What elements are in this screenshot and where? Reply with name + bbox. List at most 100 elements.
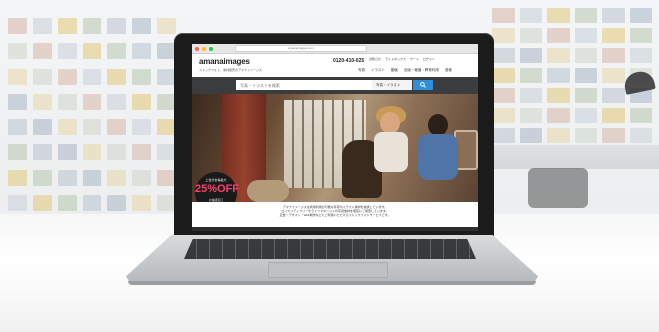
wall-photo-tile — [492, 8, 515, 23]
wall-photo-tile — [629, 8, 652, 23]
wall-photo-tile — [574, 128, 597, 143]
wall-photo-tile — [132, 144, 152, 161]
wall-photo-tile — [547, 128, 570, 143]
site-tagline: ストックフォト、素材販売のアマナイメージズ — [199, 68, 262, 72]
laptop-trackpad — [268, 262, 388, 278]
wall-photo-tile — [107, 119, 127, 135]
news-link[interactable]: お知らせ — [369, 57, 381, 61]
cart-link[interactable]: カート — [410, 57, 419, 61]
lightbox-link[interactable]: ライトボックス — [385, 57, 406, 61]
wall-photo-tile — [519, 88, 542, 103]
wall-photo-tile — [57, 18, 77, 34]
wall-photo-tile — [629, 48, 652, 63]
wall-photo-tile — [547, 88, 570, 103]
wall-photo-tile — [8, 18, 27, 34]
login-link[interactable]: ログイン — [423, 57, 435, 61]
wall-photo-tile — [32, 93, 52, 110]
search-bar: 写真・イラスト — [192, 77, 478, 94]
wall-photo-tile — [519, 8, 542, 23]
wall-photo-tile — [132, 43, 152, 60]
wall-photo-tile — [8, 68, 27, 85]
wall-photo-tile — [132, 18, 152, 34]
wall-photo-tile — [492, 88, 515, 103]
wall-photo-tile — [602, 128, 625, 143]
promo-label: 上位がお得最大 — [205, 178, 227, 182]
girl-face — [380, 112, 400, 134]
minimize-window-icon[interactable] — [202, 46, 206, 51]
wall-photo-tile — [82, 68, 102, 85]
maximize-window-icon[interactable] — [209, 46, 213, 51]
wall-photo-tile — [107, 18, 127, 34]
wall-photo-tile — [132, 93, 152, 110]
wall-photo-tile — [602, 108, 625, 123]
wall-photo-tile — [629, 28, 652, 43]
wall-photo-tile — [8, 119, 27, 135]
boy-body — [418, 134, 458, 180]
laptop-screen: amanaimages.com amanaimages ストックフォト、素材販売… — [192, 44, 478, 231]
intro-line-3: 広告・デザイン・Web制作などにご利用いただけるストックフォトサービスです。 — [279, 213, 391, 218]
wall-photo-tile — [8, 169, 27, 186]
wall-photo-tile — [132, 119, 152, 135]
wall-photo-tile — [32, 119, 52, 135]
wall-photo-tile — [57, 194, 77, 211]
wall-photo-tile — [574, 88, 597, 103]
wall-photo-tile — [629, 128, 652, 143]
wall-photo-tile — [547, 108, 570, 123]
search-category-select[interactable]: 写真・イラスト — [372, 80, 412, 90]
wall-photo-tile — [492, 108, 515, 123]
wall-photo-tile — [82, 18, 102, 34]
nav-item-editorial[interactable]: 出版・報道・教育利用 — [404, 68, 439, 73]
hero-image[interactable]: 上位がお得最大 25%OFF お電話窓口 0120-410-025 — [192, 94, 478, 202]
wall-photo-tile — [492, 28, 515, 43]
wall-photo-tile — [8, 144, 27, 161]
boy-head — [428, 114, 448, 136]
wall-photo-tile — [57, 93, 77, 110]
wall-photo-tile — [57, 43, 77, 60]
site-header: amanaimages ストックフォト、素材販売のアマナイメージズ 0120-4… — [192, 54, 478, 77]
wall-photo-tile — [82, 93, 102, 110]
wall-photo-tile — [107, 93, 127, 110]
wall-photo-tile — [547, 28, 570, 43]
close-window-icon[interactable] — [195, 46, 199, 51]
address-bar[interactable]: amanaimages.com — [235, 45, 367, 52]
promo-discount: 25%OFF — [195, 183, 240, 195]
laptop-base-edge — [128, 281, 536, 285]
nav-item-music[interactable]: 音楽 — [445, 68, 452, 73]
wall-photo-tile — [547, 8, 570, 23]
background-desk — [493, 145, 659, 169]
nav-item-illustration[interactable]: イラスト — [371, 68, 385, 73]
wall-photo-tile — [602, 8, 625, 23]
wall-photo-tile — [8, 43, 27, 60]
search-input[interactable] — [236, 80, 372, 90]
wall-photo-tile — [57, 68, 77, 85]
nav-item-photo[interactable]: 写真 — [358, 68, 365, 73]
wall-photo-tile — [157, 18, 176, 34]
wall-photo-tile — [132, 68, 152, 85]
wall-photo-tile — [602, 88, 625, 103]
main-nav: 写真 イラスト 動画 出版・報道・教育利用 音楽 — [358, 68, 452, 73]
wall-photo-tile — [519, 108, 542, 123]
wall-photo-tile — [82, 169, 102, 186]
wall-photo-tile — [82, 43, 102, 60]
wall-photo-tile — [82, 119, 102, 135]
wall-photo-tile — [8, 194, 27, 211]
girl-dress — [374, 132, 408, 172]
wall-photo-tile — [132, 194, 152, 211]
wall-photo-tile — [574, 48, 597, 63]
wall-photo-tile — [57, 144, 77, 161]
wall-photo-tile — [82, 144, 102, 161]
wall-photo-tile — [519, 68, 542, 83]
nav-item-video[interactable]: 動画 — [391, 68, 398, 73]
search-button[interactable] — [413, 80, 433, 90]
wall-photo-tile — [107, 68, 127, 85]
wall-photo-tile — [547, 48, 570, 63]
wall-photo-tile — [602, 48, 625, 63]
wall-photo-tile — [107, 43, 127, 60]
wall-photo-tile — [492, 128, 515, 143]
wall-photo-tile — [492, 48, 515, 63]
wall-photo-tile — [32, 194, 52, 211]
wall-photo-tile — [32, 68, 52, 85]
wall-photo-tile — [107, 194, 127, 211]
phone-number: 0120-410-025 — [333, 58, 365, 64]
site-logo[interactable]: amanaimages — [199, 57, 250, 66]
